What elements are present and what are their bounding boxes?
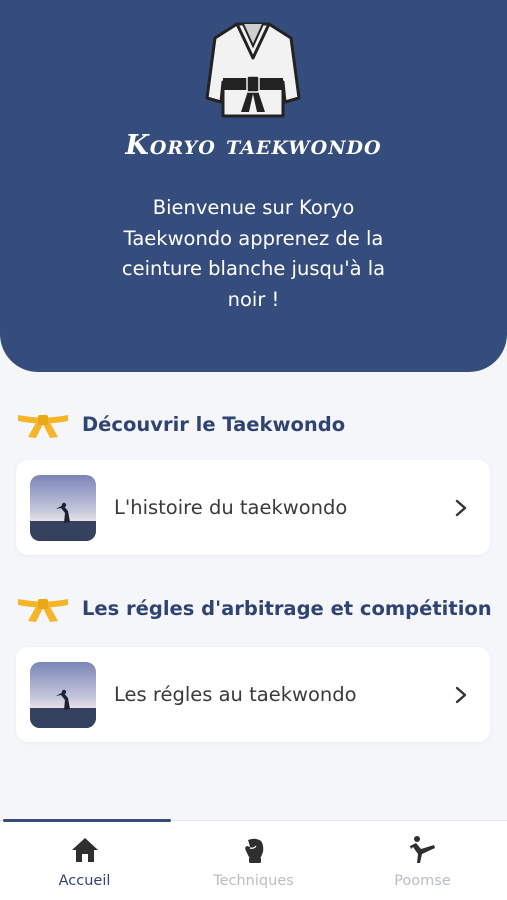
section-header-discover: Découvrir le Taekwondo (16, 407, 345, 441)
app-title: Koryo taekwondo (125, 130, 382, 161)
home-icon (72, 838, 98, 862)
lesson-label: Les régles au taekwondo (114, 683, 357, 706)
lesson-label: L'histoire du taekwondo (114, 496, 348, 519)
yellow-belt-icon (18, 599, 68, 622)
boxing-glove-icon (245, 838, 264, 863)
tab-accueil[interactable]: Accueil (0, 821, 169, 900)
chevron-right-icon (455, 686, 467, 703)
section-header-rules: Les régles d'arbitrage et compétition (16, 591, 492, 625)
tab-label: Accueil (58, 873, 111, 889)
lesson-card-history[interactable]: L'histoire du taekwondo (16, 460, 490, 555)
lesson-card-rules[interactable]: Les régles au taekwondo (16, 647, 490, 742)
kick-icon (410, 836, 435, 863)
tab-techniques[interactable]: Techniques (169, 821, 338, 900)
welcome-message: Bienvenue sur Koryo Taekwondo apprenez d… (121, 196, 386, 311)
karate-gi-icon (205, 22, 301, 118)
header-banner: Koryo taekwondo Bienvenue sur Koryo Taek… (0, 0, 507, 372)
tab-label: Poomse (394, 873, 451, 889)
section-title: Découvrir le Taekwondo (82, 412, 346, 436)
taekwondo-sunset-image (30, 474, 96, 541)
bottom-tab-bar: Accueil Techniques Poomse (0, 819, 507, 900)
chevron-right-icon (455, 499, 467, 516)
section-title: Les régles d'arbitrage et compétition (82, 596, 492, 620)
tab-poomse[interactable]: Poomse (338, 821, 507, 900)
yellow-belt-icon (18, 415, 68, 438)
tab-label: Techniques (213, 873, 294, 889)
taekwondo-sunset-image (30, 661, 96, 728)
